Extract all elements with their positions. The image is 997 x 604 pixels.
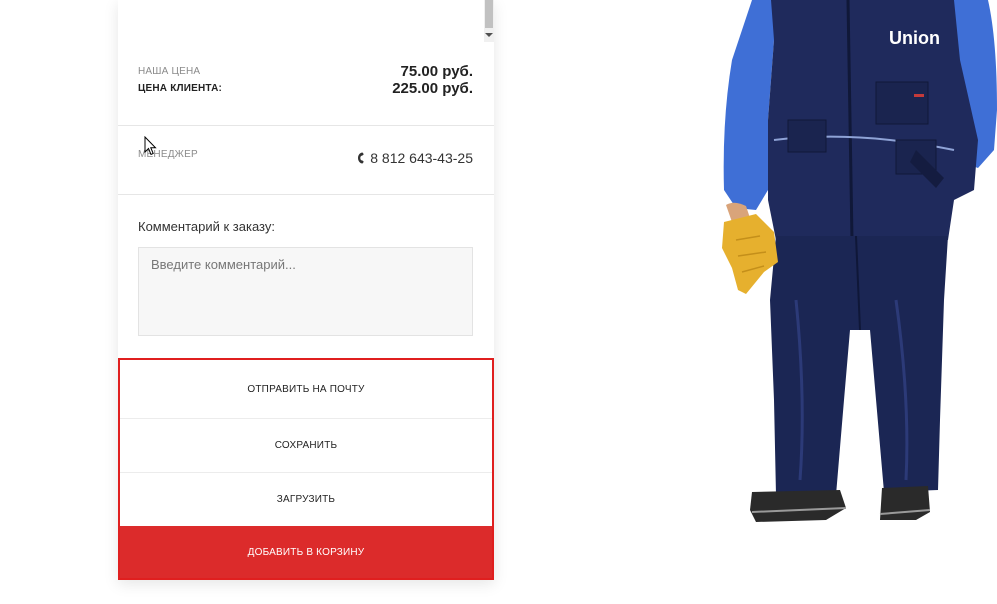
send-email-button[interactable]: ОТПРАВИТЬ НА ПОЧТУ [120, 360, 492, 419]
client-price-label: ЦЕНА КЛИЕНТА: [138, 83, 223, 94]
price-section: НАША ЦЕНА 75.00 руб. ЦЕНА КЛИЕНТА: 225.0… [118, 42, 494, 126]
product-photo-winter-suit [722, 0, 997, 522]
client-price-value: 225.00 руб. [392, 80, 473, 97]
scroll-down-arrow-icon[interactable] [485, 33, 493, 37]
our-price-value: 75.00 руб. [400, 63, 473, 80]
comment-section: Комментарий к заказу: [118, 195, 494, 355]
order-panel: НАША ЦЕНА 75.00 руб. ЦЕНА КЛИЕНТА: 225.0… [118, 0, 494, 580]
manager-section: МЕНЕДЖЕР 8 812 643-43-25 [118, 126, 494, 195]
save-button[interactable]: СОХРАНИТЬ [120, 419, 492, 473]
our-price-label: НАША ЦЕНА [138, 66, 201, 77]
comment-textarea[interactable] [138, 247, 473, 336]
comment-label: Комментарий к заказу: [138, 219, 275, 234]
phone-icon [358, 152, 365, 164]
add-to-cart-button[interactable]: ДОБАВИТЬ В КОРЗИНУ [120, 526, 492, 578]
manager-phone[interactable]: 8 812 643-43-25 [357, 150, 473, 166]
scrollable-list-area[interactable] [118, 0, 494, 42]
brand-logo-text: Union [889, 28, 940, 48]
scrollbar[interactable] [484, 0, 494, 42]
manager-label: МЕНЕДЖЕР [138, 149, 198, 160]
manager-phone-number[interactable]: 8 812 643-43-25 [370, 150, 473, 166]
actions-group: ОТПРАВИТЬ НА ПОЧТУ СОХРАНИТЬ ЗАГРУЗИТЬ Д… [118, 358, 494, 580]
load-button[interactable]: ЗАГРУЗИТЬ [120, 473, 492, 526]
scrollbar-thumb[interactable] [485, 0, 493, 28]
